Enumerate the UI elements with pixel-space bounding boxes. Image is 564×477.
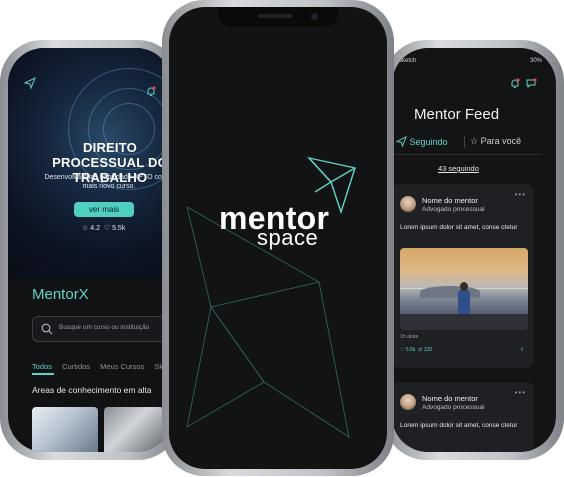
knowledge-area-card[interactable]	[104, 407, 164, 452]
status-carrier: Sketch	[398, 58, 417, 64]
brand-name: MentorX	[32, 286, 89, 303]
post-body: Lorem ipsum dolor sit amet, conse ctetur	[400, 422, 518, 429]
notification-bell-icon[interactable]	[510, 76, 520, 94]
rating-value: 4.2	[90, 225, 100, 232]
tab-for-you-label: Para você	[480, 136, 522, 146]
course-tabs: Todos Curtidos Meus Cursos Skil	[32, 362, 172, 371]
post-time: 1h atrás	[400, 334, 419, 340]
chat-icon[interactable]	[526, 76, 537, 94]
feed-post-card[interactable]: ••• Nome do mentor Advogado processual L…	[392, 184, 534, 368]
logo-text-space: space	[257, 225, 319, 250]
page-title: Mentor Feed	[414, 106, 500, 123]
knowledge-area-card[interactable]	[32, 407, 98, 452]
segment-divider	[464, 136, 465, 148]
paper-plane-icon	[395, 135, 410, 148]
active-tab-indicator	[32, 373, 54, 375]
left-phone-screen: DIREITO PROCESSUAL DO TRABALHO Desenvolv…	[8, 48, 172, 452]
left-phone: DIREITO PROCESSUAL DO TRABALHO Desenvolv…	[0, 40, 180, 460]
share-icon[interactable]: ⇄	[418, 347, 422, 353]
status-battery: 30%	[529, 58, 542, 64]
paper-plane-icon	[23, 76, 36, 94]
tab-following[interactable]: Seguindo	[395, 135, 448, 148]
avatar	[400, 394, 416, 410]
likes-value: 5.5k	[112, 225, 126, 232]
notification-bell-icon[interactable]	[146, 84, 156, 102]
heart-icon: ♡	[103, 225, 111, 232]
avatar	[400, 196, 416, 212]
search-input[interactable]: Busque um curso ou instituição	[32, 316, 172, 342]
tab-for-you[interactable]: ☆ Para você	[470, 136, 521, 147]
course-hero-banner[interactable]: DIREITO PROCESSUAL DO TRABALHO Desenvolv…	[8, 48, 172, 278]
heart-icon[interactable]: ♡	[400, 347, 404, 353]
see-more-button[interactable]: ver mais	[74, 202, 134, 217]
splash-screen: mentor space	[169, 7, 387, 469]
more-options-icon[interactable]: •••	[515, 388, 526, 397]
mentor-role: Advogado processual	[422, 206, 485, 213]
star-icon: ☆	[82, 225, 89, 232]
right-phone: Sketch 30% Mentor Feed Seguindo ☆ Para v…	[384, 40, 564, 460]
post-image[interactable]	[400, 248, 528, 330]
shares-count: 120	[423, 347, 433, 353]
star-icon: ☆	[470, 136, 479, 146]
hero-stats: ☆ 4.2 ♡ 5.5k	[82, 224, 125, 232]
phone-notch	[218, 7, 338, 27]
likes-count: 5.5k	[405, 347, 416, 353]
post-body: Lorem ipsum dolor sit amet, conse ctetur	[400, 224, 518, 231]
tab-my-courses[interactable]: Meus Cursos	[100, 362, 144, 371]
tab-all[interactable]: Todos	[32, 362, 52, 371]
post-actions: ♡ 5.5k ⇄ 120	[400, 347, 432, 353]
search-placeholder: Busque um curso ou instituição	[59, 324, 150, 331]
mentor-name: Nome do mentor	[422, 394, 478, 403]
following-count-link[interactable]: 43 seguindo	[438, 164, 479, 173]
tab-following-label: Seguindo	[409, 137, 448, 147]
mentor-name: Nome do mentor	[422, 196, 478, 205]
right-phone-screen: Sketch 30% Mentor Feed Seguindo ☆ Para v…	[392, 48, 556, 452]
feed-post-card[interactable]: ••• Nome do mentor Advogado processual L…	[392, 382, 534, 452]
section-title: Areas de conhecimento em alta	[32, 385, 152, 395]
search-icon	[41, 322, 53, 340]
hero-subtitle: Desenvolva suas habilidade XPTO com o ma…	[44, 174, 172, 190]
center-phone: mentor space	[162, 0, 394, 476]
mentor-role: Advogado processual	[422, 404, 485, 411]
divider	[392, 154, 542, 155]
export-icon[interactable]: ⇪	[520, 347, 524, 353]
more-options-icon[interactable]: •••	[515, 190, 526, 199]
tab-liked[interactable]: Curtidos	[62, 362, 90, 371]
